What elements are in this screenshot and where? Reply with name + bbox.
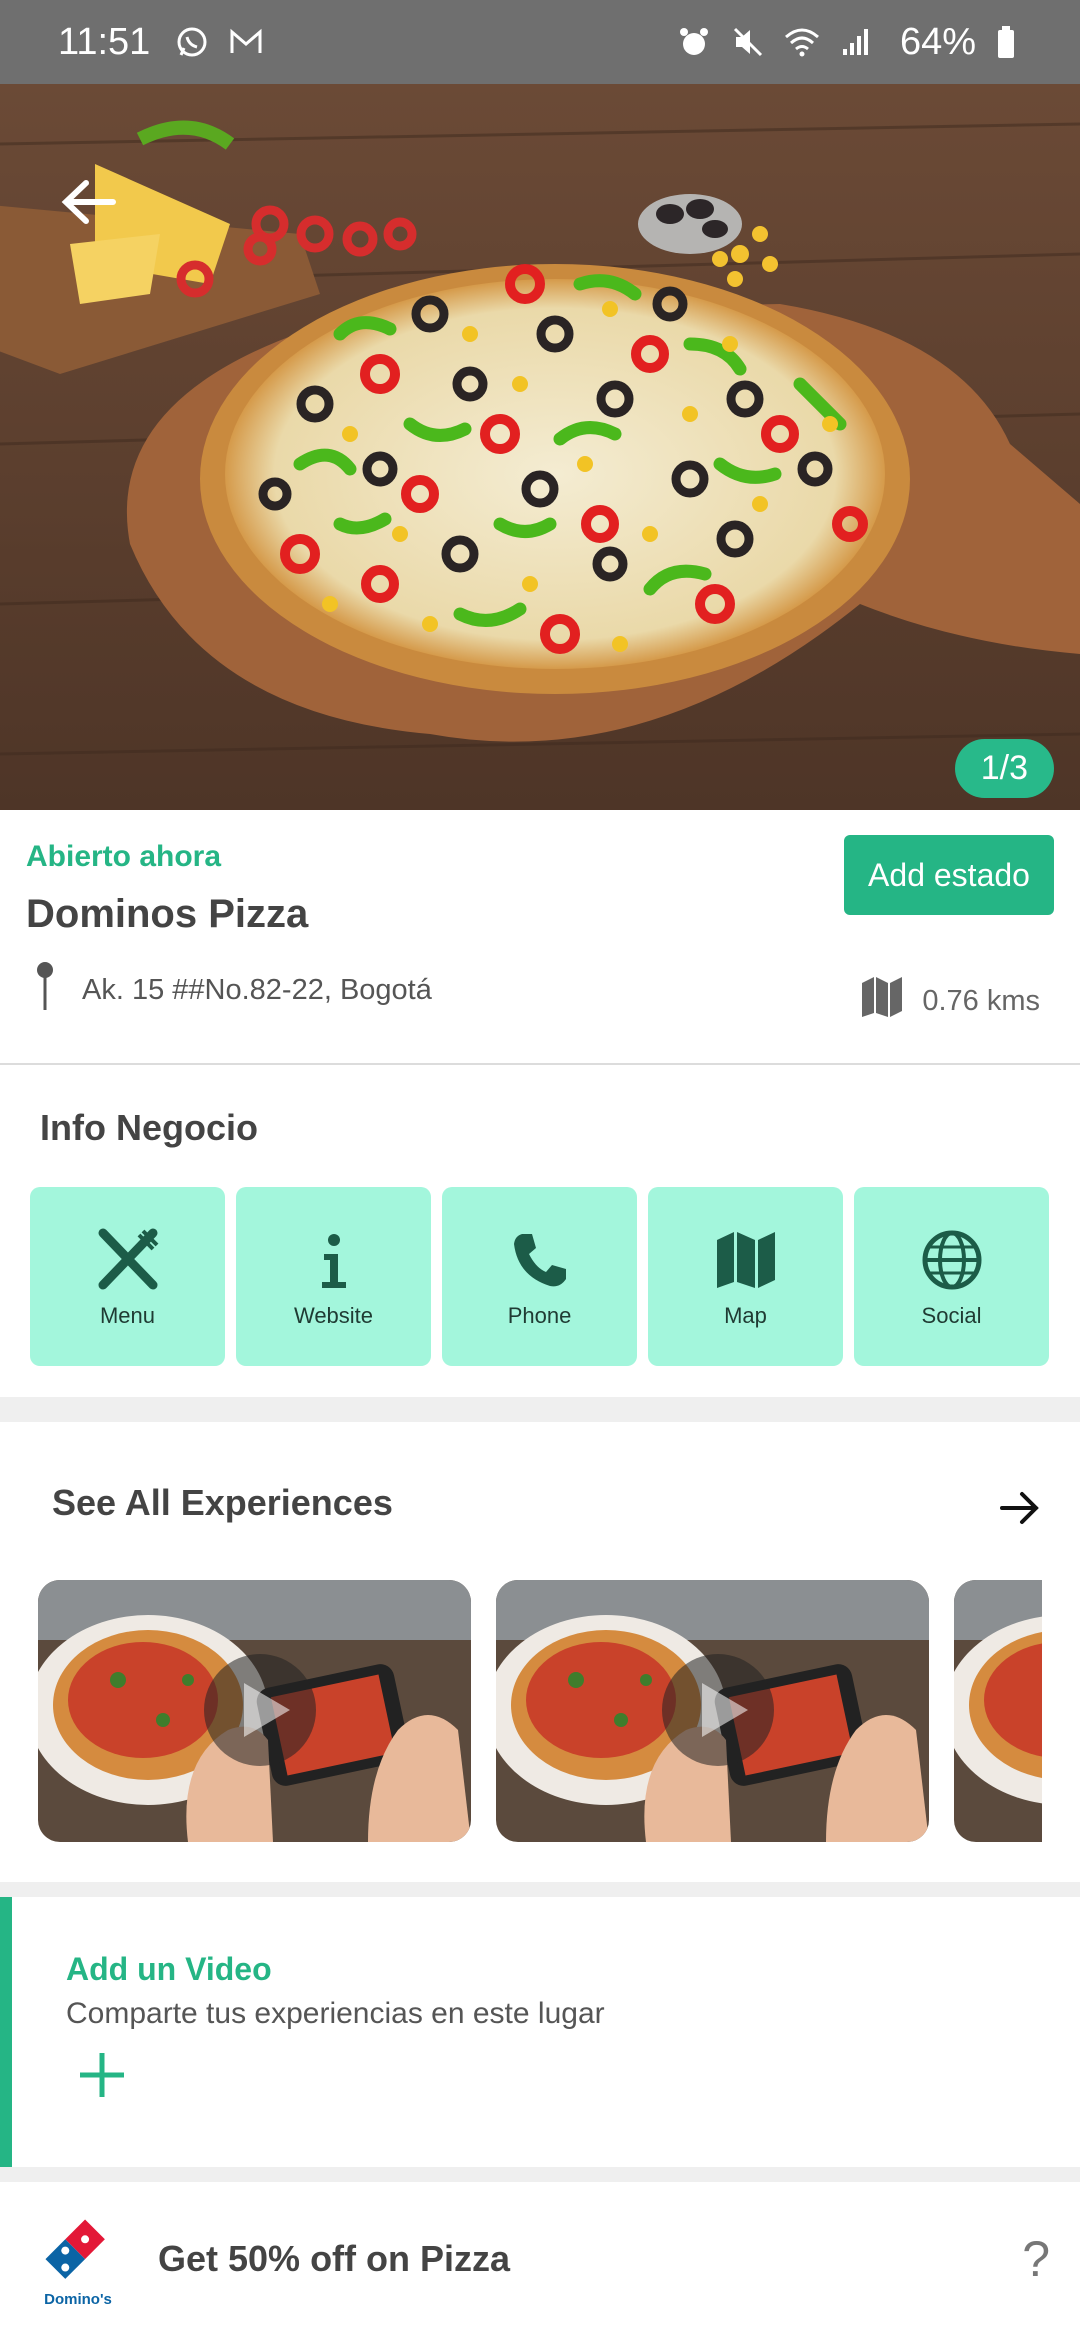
carousel-counter: 1/3 (954, 739, 1054, 798)
back-button[interactable] (48, 162, 128, 242)
menu-tile[interactable]: Menu (30, 1187, 225, 1366)
add-video-title: Add un Video (66, 1951, 272, 1987)
tile-label-social: Social (921, 1302, 982, 1328)
add-video-subtitle: Comparte tus experiencias en este lugar (66, 1997, 605, 2030)
tile-label-website: Website (293, 1302, 374, 1328)
plus-icon (80, 2053, 124, 2097)
map-icon (711, 1225, 781, 1295)
info-tiles: Menu Website Phone Map Social (30, 1187, 1049, 1366)
pizza-photo (0, 84, 1080, 810)
svg-text:Domino's: Domino's (44, 2291, 112, 2308)
globe-icon (917, 1225, 987, 1295)
battery-icon (986, 22, 1026, 62)
video-thumbnail (496, 1580, 929, 1842)
section-divider (0, 1882, 1080, 1897)
distance-text: 0.76 kms (922, 984, 1040, 1017)
hero-image-carousel[interactable]: 1/3 (0, 84, 1080, 810)
address-text: Ak. 15 ##No.82-22, Bogotá (82, 973, 432, 1006)
video-thumbnail (38, 1580, 471, 1842)
signal-icon (836, 22, 876, 62)
status-bar: 11:51 64% (0, 0, 1080, 84)
arrow-left-icon (61, 180, 116, 224)
help-button[interactable]: ? (1022, 2230, 1050, 2288)
video-thumbnail (954, 1580, 1042, 1842)
whatsapp-icon (172, 22, 212, 62)
open-status: Abierto ahora (26, 840, 222, 873)
promo-banner[interactable]: Domino's Get 50% off on Pizza ? (0, 2182, 1080, 2340)
mute-icon (728, 22, 768, 62)
map-tile[interactable]: Map (648, 1187, 843, 1366)
see-all-arrow-button[interactable] (990, 1478, 1050, 1538)
website-tile[interactable]: Website (236, 1187, 431, 1366)
utensils-icon (93, 1225, 163, 1295)
add-video-section: Add un Video Comparte tus experiencias e… (0, 1897, 1080, 2167)
address-row: Ak. 15 ##No.82-22, Bogotá (34, 960, 432, 1020)
business-header: Abierto ahora Dominos Pizza Add estado A… (0, 810, 1080, 1065)
info-section-title: Info Negocio (40, 1107, 258, 1148)
wifi-icon (782, 22, 822, 62)
section-divider (0, 2167, 1080, 2182)
experiences-title: See All Experiences (52, 1482, 393, 1523)
promo-text: Get 50% off on Pizza (158, 2238, 511, 2279)
status-time: 11:51 (58, 20, 151, 63)
experience-video-card[interactable] (954, 1580, 1042, 1842)
alarm-icon (674, 22, 714, 62)
add-video-button[interactable] (72, 2045, 132, 2105)
experience-video-card[interactable] (496, 1580, 929, 1842)
tile-label-phone: Phone (507, 1302, 572, 1328)
dominos-logo: Domino's (38, 2218, 118, 2308)
distance-row: 0.76 kms (860, 975, 1040, 1027)
experience-video-card[interactable] (38, 1580, 471, 1842)
business-name: Dominos Pizza (26, 892, 309, 936)
phone-tile[interactable]: Phone (442, 1187, 637, 1366)
phone-icon (505, 1225, 575, 1295)
tile-label-menu: Menu (99, 1302, 156, 1328)
tile-label-map: Map (724, 1302, 767, 1328)
social-tile[interactable]: Social (854, 1187, 1049, 1366)
accent-bar (0, 1897, 12, 2167)
battery-percent: 64% (899, 20, 976, 63)
arrow-right-icon (1000, 1492, 1039, 1524)
add-estado-button[interactable]: Add estado (844, 835, 1054, 915)
location-pin-icon (34, 960, 56, 1020)
info-icon (299, 1225, 369, 1295)
section-divider (0, 1397, 1080, 1422)
gmail-icon (226, 22, 266, 62)
info-negocio-section: Info Negocio Menu Website Phone Map Soci… (0, 1067, 1080, 1397)
experiences-carousel[interactable] (38, 1580, 1042, 1842)
experiences-section: See All Experiences (0, 1422, 1080, 1882)
map-icon (860, 975, 904, 1027)
